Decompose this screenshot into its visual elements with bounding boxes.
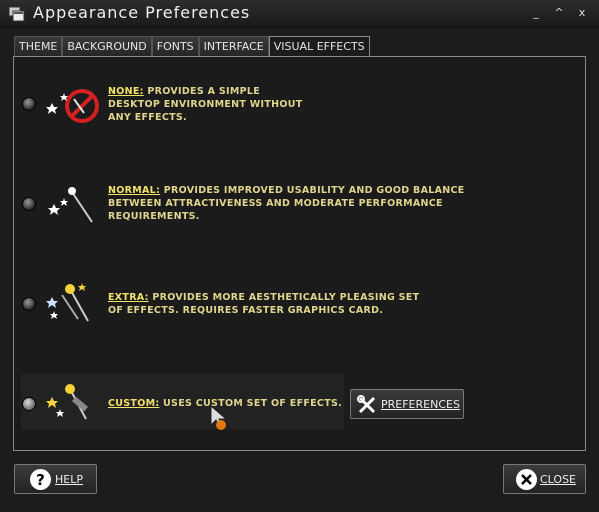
tab-visual-effects[interactable]: VISUAL EFFECTS (268, 36, 370, 57)
help-label: HELP (55, 473, 83, 486)
option-none-text: NONE: PROVIDES A SIMPLE DESKTOP ENVIRONM… (108, 86, 303, 123)
visual-effects-panel: NONE: PROVIDES A SIMPLE DESKTOP ENVIRONM… (13, 56, 586, 451)
no-effects-icon (46, 89, 99, 123)
svg-text:?: ? (36, 471, 45, 489)
close-icon (516, 469, 537, 490)
magic-wand-icon (48, 187, 93, 223)
mouse-cursor-icon (210, 405, 228, 430)
preferences-button[interactable]: PREFERENCES (350, 389, 464, 419)
window-title: Appearance Preferences (33, 3, 251, 22)
tab-theme[interactable]: THEME (14, 36, 63, 56)
radio-none[interactable] (22, 97, 36, 111)
preferences-label: PREFERENCES (381, 398, 460, 411)
help-button[interactable]: ? HELP (14, 464, 97, 494)
option-extra-text: EXTRA: PROVIDES MORE AESTHETICALLY PLEAS… (108, 292, 420, 316)
radio-normal[interactable] (22, 197, 36, 211)
close-window-button[interactable]: x (574, 5, 590, 21)
title-bar: Appearance Preferences _ ^ x (0, 0, 599, 28)
tab-background[interactable]: BACKGROUND (62, 36, 152, 56)
close-label: CLOSE (540, 473, 577, 486)
radio-extra[interactable] (22, 297, 36, 311)
radio-custom[interactable] (22, 397, 36, 411)
help-icon: ? (30, 469, 51, 490)
tab-fonts[interactable]: FONTS (151, 36, 199, 56)
option-normal-text: NORMAL: PROVIDES IMPROVED USABILITY AND … (108, 185, 465, 222)
maximize-button[interactable]: ^ (551, 5, 567, 21)
tab-bar: THEME BACKGROUND FONTS INTERFACE VISUAL … (14, 36, 370, 57)
app-icon (8, 6, 25, 22)
custom-wand-tools-icon (46, 384, 89, 420)
tab-interface[interactable]: INTERFACE (198, 36, 269, 56)
close-button[interactable]: CLOSE (503, 464, 586, 494)
tools-icon (357, 395, 376, 414)
sparkle-wands-icon (46, 283, 89, 322)
minimize-button[interactable]: _ (528, 5, 544, 21)
